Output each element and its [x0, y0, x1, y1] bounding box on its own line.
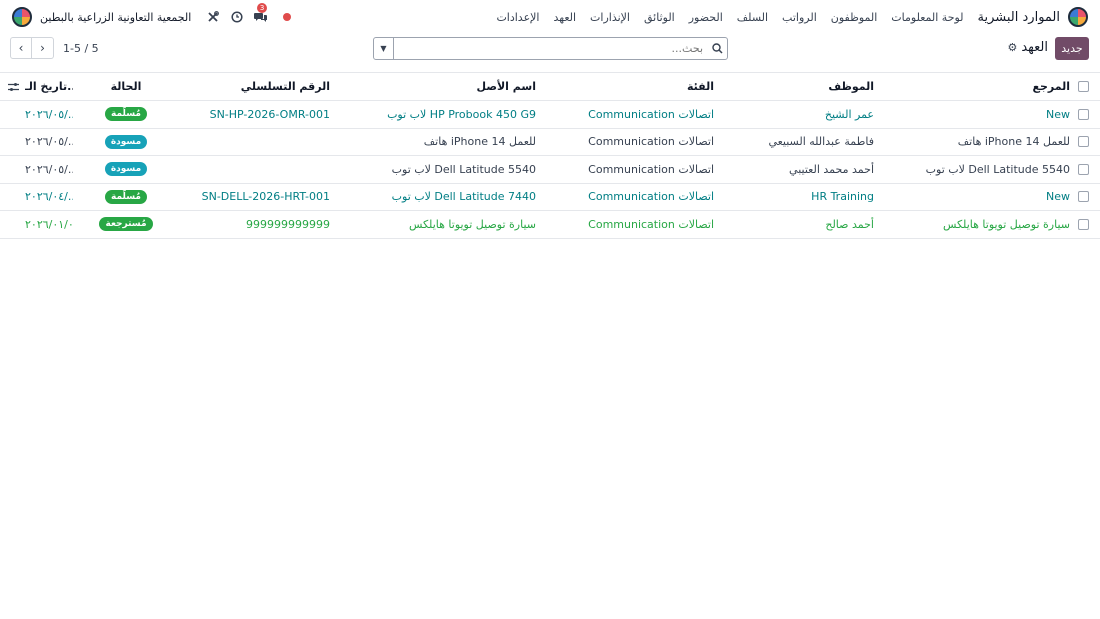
- messages-icon[interactable]: 3: [253, 3, 269, 25]
- status-badge: مُسلّمة: [105, 107, 147, 122]
- cell-category: Communication اتصالات: [588, 135, 714, 149]
- search-bar: ▼: [373, 37, 728, 60]
- company-switcher[interactable]: الجمعية التعاونية الزراعية بالبطين: [40, 11, 191, 24]
- cell-employee: فاطمة عبدالله السبيعي: [768, 135, 874, 149]
- cell-state: مُسلّمة: [86, 184, 166, 211]
- column-header-asset-name[interactable]: اسم الأصل: [336, 73, 536, 100]
- status-badge: مُسلّمة: [105, 189, 147, 204]
- cell-reference: سيارة توصيل تويوتا هايلكس: [942, 217, 1070, 231]
- app-logo-icon[interactable]: [1068, 7, 1088, 27]
- status-dot-icon[interactable]: [283, 13, 292, 21]
- cell-serial: 999999999999: [246, 217, 330, 231]
- activity-clock-icon[interactable]: [229, 9, 245, 25]
- cell-reference: هاتف iPhone 14 للعمل: [957, 135, 1070, 149]
- menu-employees[interactable]: الموظفون: [831, 11, 878, 24]
- cell-date: ٢٠٢٦/٠٥/...: [25, 135, 73, 149]
- page-title: العهد: [1021, 40, 1048, 55]
- cell-serial: [150, 156, 330, 183]
- tools-icon[interactable]: [205, 9, 221, 25]
- menu-settings[interactable]: الإعدادات: [496, 11, 539, 24]
- row-checkbox[interactable]: [1076, 101, 1090, 128]
- cell-asset-name: لاب توب Dell Latitude 5540: [391, 162, 536, 176]
- app-name[interactable]: الموارد البشرية: [978, 10, 1060, 25]
- row-checkbox[interactable]: [1076, 129, 1090, 156]
- cell-reference: لاب توب Dell Latitude 5540: [925, 162, 1070, 176]
- cell-employee: أحمد محمد العتيبي: [789, 162, 874, 176]
- menu-custody[interactable]: العهد: [553, 11, 576, 24]
- cell-category: Communication اتصالات: [588, 107, 714, 121]
- table-header: المرجع الموظف الفئة اسم الأصل الرقم التس…: [0, 73, 1100, 101]
- menu-documents[interactable]: الوثائق: [644, 11, 675, 24]
- cell-state: مُسلّمة: [86, 101, 166, 128]
- cell-asset-name: لاب توب HP Probook 450 G9: [387, 107, 536, 121]
- cell-asset-name: لاب توب Dell Latitude 7440: [391, 190, 536, 204]
- row-checkbox[interactable]: [1076, 211, 1090, 238]
- cell-category: Communication اتصالات: [588, 217, 714, 231]
- new-button[interactable]: جديد: [1055, 37, 1089, 60]
- menu-advances[interactable]: السلف: [737, 11, 768, 24]
- breadcrumb: العهد ⚙: [1007, 40, 1048, 55]
- cell-serial: [150, 129, 330, 156]
- table-row[interactable]: New HR Training Communication اتصالات لا…: [0, 184, 1100, 211]
- status-badge: مُسترجعة: [99, 217, 153, 232]
- column-header-employee[interactable]: الموظف: [724, 73, 874, 100]
- cell-employee: أحمد صالح: [825, 217, 874, 231]
- table-row[interactable]: New عمر الشيخ Communication اتصالات لاب …: [0, 101, 1100, 129]
- cell-serial: SN-HP-2026-OMR-001: [209, 107, 330, 121]
- company-logo-icon[interactable]: [12, 7, 32, 27]
- status-badge: مسودة: [104, 162, 148, 177]
- search-input[interactable]: [394, 38, 707, 59]
- cell-date: ٢٠٢٦/٠٤/...: [25, 190, 73, 204]
- table-row[interactable]: سيارة توصيل تويوتا هايلكس أحمد صالح Comm…: [0, 211, 1100, 239]
- cell-category: Communication اتصالات: [588, 190, 714, 204]
- cell-serial: SN-DELL-2026-HRT-001: [201, 190, 330, 204]
- column-header-date[interactable]: تاريخ الـ...: [25, 73, 73, 100]
- cell-employee: عمر الشيخ: [824, 107, 874, 121]
- optional-columns-icon[interactable]: [6, 73, 20, 100]
- cell-date: ٢٠٢٦/٠٥/...: [25, 107, 73, 121]
- row-checkbox[interactable]: [1076, 156, 1090, 183]
- gear-icon[interactable]: ⚙: [1007, 41, 1017, 54]
- cell-state: مسودة: [86, 129, 166, 156]
- cell-state: مسودة: [86, 156, 166, 183]
- cell-asset-name: هاتف iPhone 14 للعمل: [423, 135, 536, 149]
- cell-asset-name: سيارة توصيل تويوتا هايلكس: [408, 217, 536, 231]
- cell-category: Communication اتصالات: [588, 162, 714, 176]
- table-row[interactable]: هاتف iPhone 14 للعمل فاطمة عبدالله السبي…: [0, 129, 1100, 156]
- select-all-checkbox[interactable]: [1076, 73, 1090, 100]
- pager-previous-button[interactable]: ‹: [10, 37, 32, 59]
- list-view-table: المرجع الموظف الفئة اسم الأصل الرقم التس…: [0, 72, 1100, 239]
- pager-next-button[interactable]: ›: [32, 37, 54, 59]
- cell-employee: HR Training: [811, 190, 874, 204]
- menu-warnings[interactable]: الإنذارات: [590, 11, 630, 24]
- pager: ‹ › 1-5 / 5: [10, 37, 99, 59]
- search-icon[interactable]: [707, 43, 727, 54]
- table-row[interactable]: لاب توب Dell Latitude 5540 أحمد محمد الع…: [0, 156, 1100, 184]
- menu-payroll[interactable]: الرواتب: [782, 11, 817, 24]
- column-header-reference[interactable]: المرجع: [870, 73, 1070, 100]
- cell-reference: New: [1046, 107, 1070, 121]
- column-header-serial[interactable]: الرقم التسلسلي: [150, 73, 330, 100]
- main-menu: لوحة المعلومات الموظفون الرواتب السلف ال…: [482, 11, 963, 24]
- column-header-category[interactable]: الفئة: [564, 73, 714, 100]
- search-options-toggle[interactable]: ▼: [374, 38, 394, 59]
- column-header-state[interactable]: الحالة: [86, 73, 166, 100]
- pager-value[interactable]: 1-5 / 5: [63, 42, 99, 55]
- status-badge: مسودة: [104, 134, 148, 149]
- cell-date: ٢٠٢٦/٠١/٠١: [25, 217, 73, 231]
- row-checkbox[interactable]: [1076, 184, 1090, 211]
- control-panel: جديد العهد ⚙ ▼ ‹ › 1-5 / 5: [0, 34, 1100, 68]
- cell-reference: New: [1046, 190, 1070, 204]
- systray: الجمعية التعاونية الزراعية بالبطين 3: [12, 0, 292, 34]
- cell-state: مُسترجعة: [86, 211, 166, 238]
- menu-dashboard[interactable]: لوحة المعلومات: [891, 11, 963, 24]
- cell-date: ٢٠٢٦/٠٥/...: [25, 162, 73, 176]
- menu-attendance[interactable]: الحضور: [689, 11, 723, 24]
